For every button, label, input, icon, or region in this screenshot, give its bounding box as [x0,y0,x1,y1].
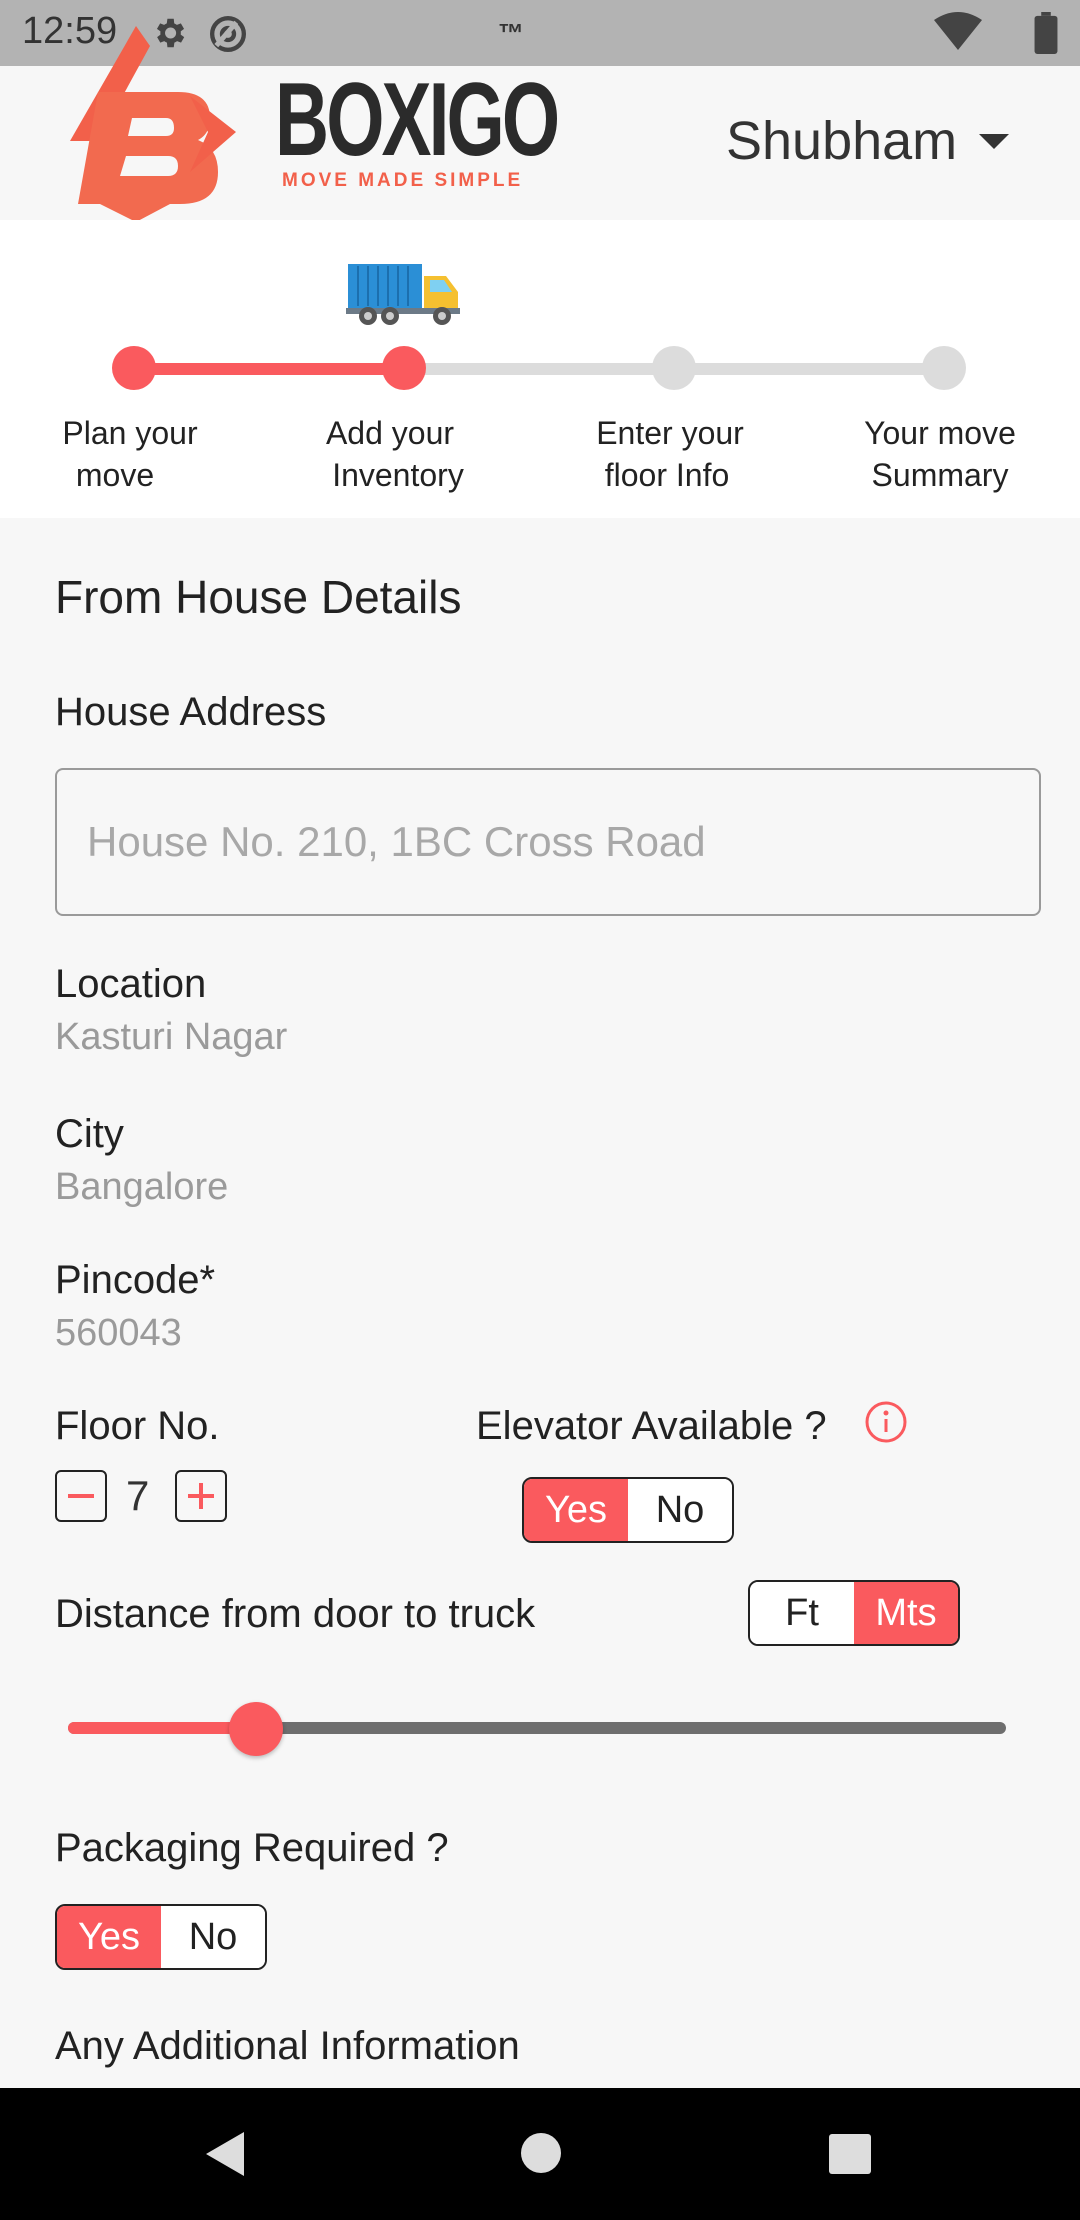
city-value: Bangalore [55,1166,229,1208]
distance-slider-fill [68,1722,256,1734]
plus-icon [188,1483,214,1509]
elevator-no-option[interactable]: No [628,1479,732,1541]
step-dot-4 [922,346,966,390]
trademark-text: ™ [498,18,524,48]
section-title: From House Details [55,571,462,623]
step-label-1: Plan your move [62,415,198,493]
distance-unit-toggle[interactable]: Ft Mts [748,1580,960,1646]
unit-mts-option[interactable]: Mts [854,1582,958,1644]
step-dot-2 [382,346,426,390]
packaging-toggle[interactable]: Yes No [55,1904,267,1970]
brand-name: BOXIGO [275,62,560,178]
user-name: Shubham [726,111,958,171]
distance-label: Distance from door to truck [55,1592,536,1636]
boxigo-logo-icon [40,26,240,227]
wifi-icon [934,12,982,57]
unit-ft-option[interactable]: Ft [750,1582,854,1644]
pincode-value: 560043 [55,1312,182,1354]
packaging-no-option[interactable]: No [161,1906,265,1968]
elevator-label: Elevator Available ? [476,1404,827,1448]
caret-down-icon [979,133,1010,149]
brand-tagline: MOVE MADE SIMPLE [282,170,524,191]
house-address-label: House Address [55,690,327,734]
step-label-3: Enter your floor Info [596,415,744,493]
floor-decrement-button[interactable] [55,1470,107,1522]
stepper-track-complete [134,363,404,375]
step-label-4: Your move Summary [864,415,1016,493]
distance-slider-thumb[interactable] [228,1702,283,1756]
home-icon[interactable] [520,2132,562,2179]
step-dot-3 [652,346,696,390]
recents-icon[interactable] [829,2134,871,2179]
packaging-yes-option[interactable]: Yes [57,1906,161,1968]
additional-info-label: Any Additional Information [55,2024,520,2068]
battery-icon [1034,12,1058,59]
step-label-2: Add your Inventory [325,415,464,493]
back-icon[interactable] [206,2132,246,2181]
pincode-label: Pincode* [55,1258,216,1302]
info-icon[interactable] [864,1400,908,1449]
location-label: Location [55,962,207,1006]
user-menu-button[interactable]: Shubham [726,106,1010,176]
floor-value: 7 [126,1472,150,1519]
truck-icon [346,258,462,333]
elevator-yes-option[interactable]: Yes [524,1479,628,1541]
city-label: City [55,1112,124,1156]
minus-icon [68,1494,94,1498]
step-dot-1 [112,346,156,390]
house-address-input[interactable] [55,768,1041,916]
location-value: Kasturi Nagar [55,1016,288,1058]
elevator-toggle[interactable]: Yes No [522,1477,734,1543]
packaging-label: Packaging Required ? [55,1826,449,1870]
floor-label: Floor No. [55,1404,220,1448]
floor-increment-button[interactable] [175,1470,227,1522]
